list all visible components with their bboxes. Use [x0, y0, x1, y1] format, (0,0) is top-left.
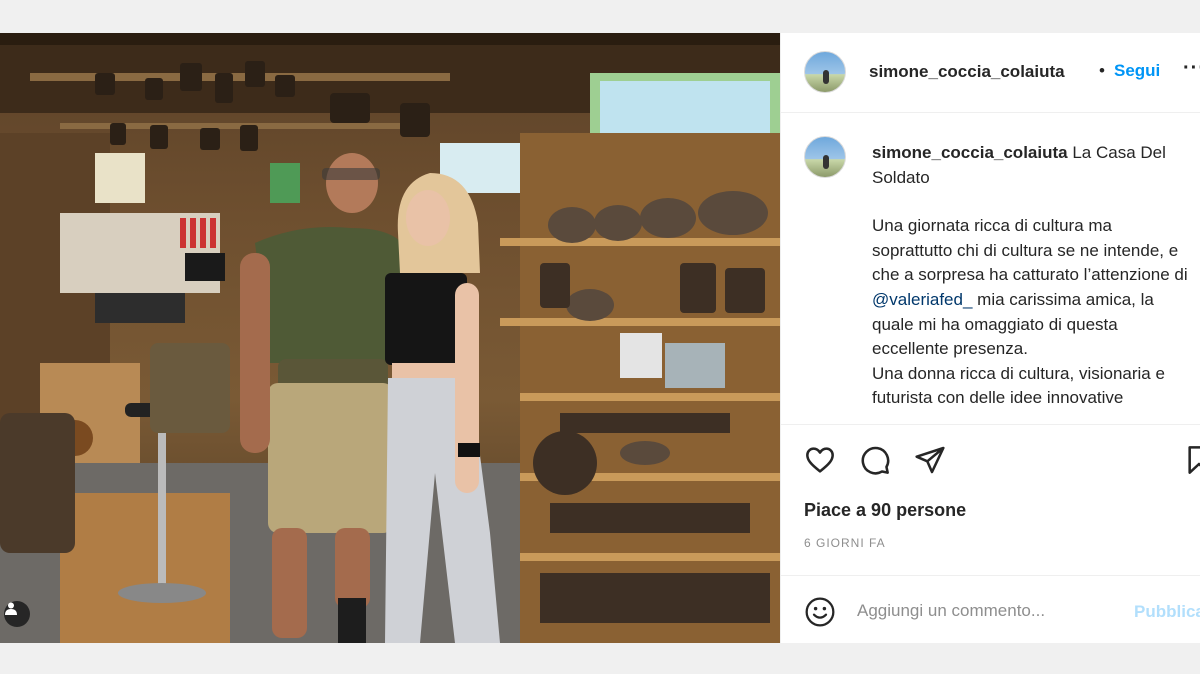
- post-photo[interactable]: [0, 33, 780, 643]
- heart-icon[interactable]: [804, 444, 836, 476]
- user-tag-icon[interactable]: [4, 601, 30, 627]
- caption-text: simone_coccia_colaiuta La Casa Del Solda…: [872, 141, 1197, 411]
- follow-button[interactable]: Segui: [1114, 61, 1160, 81]
- caption-username[interactable]: simone_coccia_colaiuta: [872, 143, 1068, 162]
- photo-illustration: [0, 33, 780, 643]
- caption-avatar[interactable]: [804, 136, 846, 178]
- comment-input[interactable]: [857, 596, 1127, 626]
- caption-paragraph-2: Una donna ricca di cultura, visionaria e…: [872, 363, 1165, 408]
- post-header: simone_coccia_colaiuta • Segui ···: [781, 33, 1200, 113]
- bookmark-icon[interactable]: [1183, 444, 1200, 476]
- comment-bar: Pubblica: [781, 575, 1200, 643]
- caption-paragraph-1a: Una giornata ricca di cultura ma sopratt…: [872, 216, 1188, 285]
- more-options-icon[interactable]: ···: [1183, 57, 1200, 80]
- comment-icon[interactable]: [859, 444, 891, 476]
- post-actions: Piace a 90 persone 6 GIORNI FA: [781, 424, 1200, 599]
- mention-link[interactable]: @valeriafed_: [872, 290, 972, 309]
- avatar[interactable]: [804, 51, 846, 93]
- header-separator: •: [1099, 61, 1105, 80]
- publish-button[interactable]: Pubblica: [1134, 602, 1200, 622]
- author-username[interactable]: simone_coccia_colaiuta: [869, 62, 1065, 82]
- user-tag-glyph: [5, 602, 17, 615]
- post-date[interactable]: 6 GIORNI FA: [804, 536, 886, 550]
- send-icon[interactable]: [914, 444, 946, 476]
- emoji-icon[interactable]: [804, 596, 836, 628]
- likes-count[interactable]: Piace a 90 persone: [804, 500, 966, 521]
- post-side-panel: simone_coccia_colaiuta • Segui ··· simon…: [780, 33, 1200, 643]
- caption-area: simone_coccia_colaiuta La Casa Del Solda…: [781, 114, 1200, 424]
